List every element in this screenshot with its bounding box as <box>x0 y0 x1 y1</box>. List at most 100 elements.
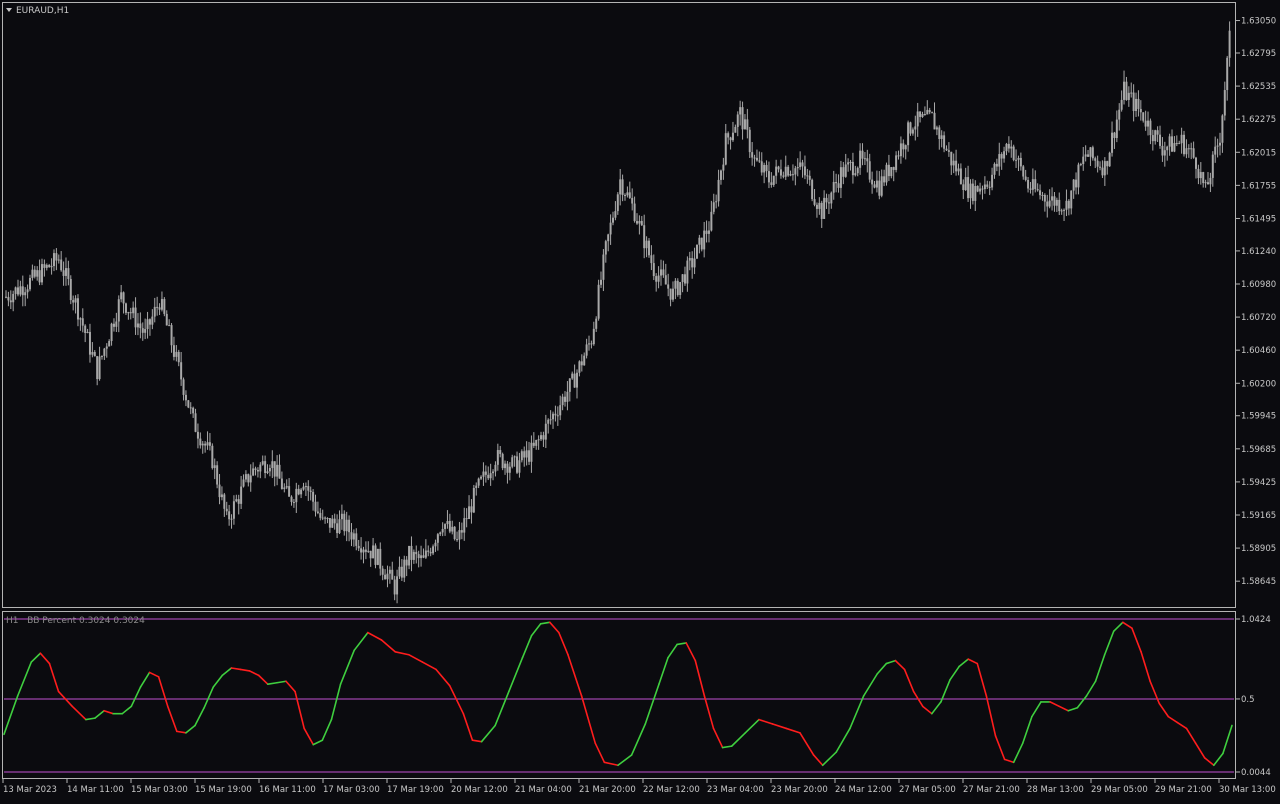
candle-body <box>715 201 718 203</box>
bb-percent-segment <box>39 652 51 665</box>
candle-body <box>331 518 334 528</box>
candle-body <box>919 111 922 117</box>
bb-percent-segment <box>821 751 838 767</box>
candle-body <box>676 280 679 295</box>
candle-body <box>235 499 238 502</box>
candle-body <box>1171 136 1174 152</box>
symbol-dropdown-icon[interactable] <box>6 8 12 12</box>
bb-percent-segment <box>494 690 510 727</box>
candle-body <box>1156 130 1159 135</box>
candle-body <box>748 129 751 153</box>
bb-percent-segment <box>885 659 897 665</box>
candle-body <box>100 355 103 357</box>
candle-body <box>962 184 965 191</box>
candle-body <box>278 464 281 479</box>
candle-body <box>1192 148 1195 158</box>
candle-body <box>1007 143 1010 149</box>
candle-body <box>12 293 15 303</box>
indicator-panel-label: H1 BB Percent 0.3024 0.3024 <box>6 616 145 626</box>
candle-body <box>712 202 715 212</box>
candle-body <box>199 438 202 446</box>
candle-body <box>823 197 826 219</box>
candle-body <box>376 548 379 565</box>
candle-body <box>1178 143 1181 145</box>
candle-body <box>444 524 447 529</box>
candle-body <box>564 396 567 402</box>
candle-body <box>237 499 240 504</box>
candle-body <box>679 282 682 295</box>
indicator-value-axis[interactable]: 1.0424 0.5 0.0044 <box>1235 615 1271 778</box>
candle-body <box>1197 168 1200 179</box>
candle-body <box>559 405 562 416</box>
bb-percent-segment <box>712 727 724 749</box>
candle-body <box>1137 98 1140 109</box>
candle-body <box>19 286 22 295</box>
time-tick-label: 27 Mar 21:00 <box>963 785 1020 795</box>
candle-body <box>880 176 883 196</box>
candle-body <box>67 268 70 279</box>
bb-percent-segment <box>480 724 497 743</box>
candle-body <box>153 306 156 317</box>
candle-body <box>184 394 187 401</box>
candle-body <box>952 160 955 166</box>
price-tick-label: 1.60460 <box>1241 346 1276 356</box>
candle-body <box>1103 161 1106 176</box>
time-tick-label: 23 Mar 20:00 <box>771 785 828 795</box>
candle-body <box>1154 130 1157 142</box>
bb-percent-segment <box>812 754 824 767</box>
candle-body <box>1111 132 1114 153</box>
bb-percent-segment <box>1140 650 1151 683</box>
candle-body <box>388 569 391 574</box>
candle-body <box>1183 134 1186 155</box>
bb-percent-segment <box>3 695 19 736</box>
candle-body <box>74 298 77 303</box>
candle-body <box>576 372 579 388</box>
bb-percent-segment <box>1194 742 1206 759</box>
candle-body <box>1091 147 1094 159</box>
bb-percent-segment <box>558 631 569 656</box>
candle-body <box>671 288 674 300</box>
bb-percent-segment <box>185 724 196 734</box>
candle-body <box>295 488 298 503</box>
candle-body <box>887 164 890 177</box>
candle-body <box>1120 99 1123 110</box>
bb-percent-segment <box>71 705 87 721</box>
time-tick-label: 13 Mar 2023 <box>3 785 57 795</box>
bb-percent-segment <box>1076 695 1088 709</box>
candle-body <box>196 431 199 439</box>
candle-body <box>513 456 516 458</box>
bb-percent-segment <box>548 621 560 634</box>
main-price-axis[interactable]: 1.63050 1.62795 1.62535 1.62275 1.62015 1.617… <box>1235 17 1276 588</box>
candle-body <box>328 518 331 528</box>
bb-percent-segment <box>130 686 142 708</box>
candle-body <box>1211 154 1214 178</box>
candle-body <box>1087 154 1090 157</box>
time-tick-label: 17 Mar 19:00 <box>387 785 444 795</box>
candle-body <box>902 143 905 150</box>
candle-body <box>741 107 744 130</box>
candle-body <box>26 289 29 293</box>
bb-percent-segment <box>294 690 305 730</box>
candle-body <box>899 143 902 157</box>
candle-body <box>348 519 351 533</box>
candle-body <box>434 542 437 547</box>
time-axis[interactable]: 13 Mar 2023 14 Mar 11:00 15 Mar 03:00 15 Ma… <box>2 779 1276 795</box>
bb-percent-segment <box>462 712 474 742</box>
candle-body <box>1163 150 1166 156</box>
candle-body <box>830 192 833 204</box>
bb-percent-segment <box>785 727 801 734</box>
bb-percent-segment <box>421 661 437 671</box>
candle-body <box>489 473 492 479</box>
candle-body <box>1175 143 1178 145</box>
candle-body <box>674 280 677 289</box>
candle-body <box>1099 166 1102 168</box>
chart-canvas[interactable]: 1.63050 1.62795 1.62535 1.62275 1.62015 1.617… <box>0 0 1280 800</box>
candle-body <box>194 413 197 432</box>
candle-body <box>1216 145 1219 147</box>
bb-percent-segment <box>1049 701 1060 708</box>
candle-body <box>170 325 173 346</box>
candle-body <box>1017 157 1020 160</box>
candle-body <box>21 286 24 296</box>
candle-body <box>947 150 950 152</box>
bb-percent-segment <box>1112 621 1124 632</box>
